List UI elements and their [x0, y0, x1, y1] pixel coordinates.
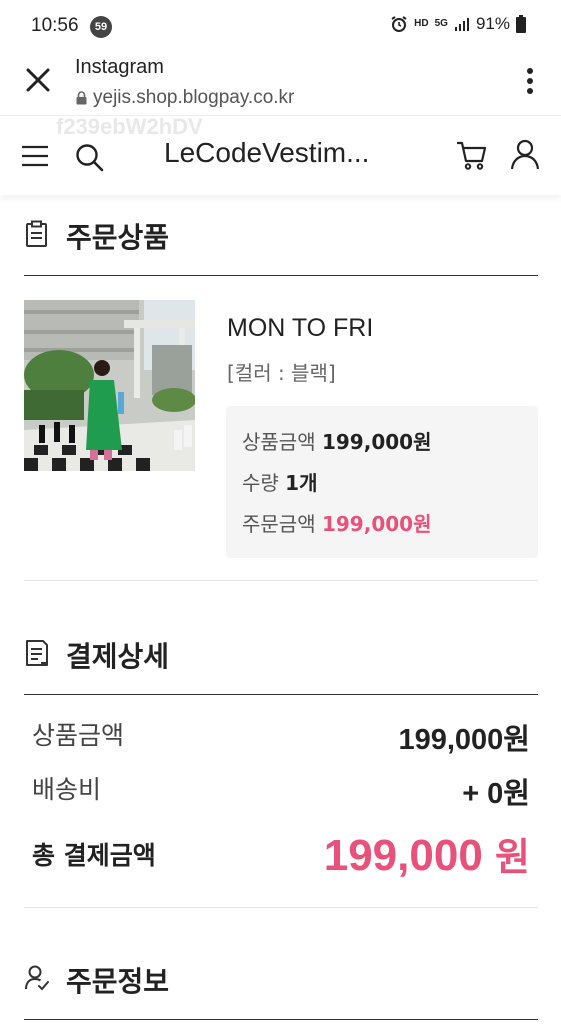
quantity-row: 수량 1개 [242, 467, 318, 496]
shop-title[interactable]: LeCodeVestim... [164, 137, 369, 169]
browser-bar: Instagram yejis.shop.blogpay.co.kr [0, 52, 561, 116]
shipping-row: 배송비 + 0원 [32, 770, 530, 810]
shipping-value: + 0원 [462, 778, 530, 810]
battery-percent: 91% [475, 14, 510, 33]
notification-count-badge: 59 [90, 16, 112, 38]
product-photo [24, 300, 195, 471]
product-name[interactable]: MON TO FRI [227, 314, 373, 343]
cart-icon[interactable] [455, 139, 487, 171]
product-price-label: 상품금액 [242, 430, 316, 454]
section-title-order-info: 주문정보 [66, 965, 170, 998]
divider [24, 580, 538, 581]
close-icon[interactable] [22, 64, 54, 96]
product-price-box: 상품금액 199,000원 수량 1개 주문금액 199,000원 [226, 406, 538, 558]
product-amount-value: 199,000원 [398, 724, 530, 756]
search-icon[interactable] [74, 142, 104, 172]
hd-voice-icon: HD [414, 18, 429, 29]
url-display: yejis.shop.blogpay.co.kr [76, 87, 294, 109]
product-image[interactable] [24, 300, 195, 471]
url-text: yejis.shop.blogpay.co.kr [93, 87, 295, 108]
clipboard-icon [26, 220, 47, 247]
order-amount-value: 199,000원 [321, 512, 432, 536]
menu-icon[interactable] [21, 144, 49, 168]
total-label: 총 결제금액 [32, 841, 156, 870]
total-amount: 199,000 [323, 831, 483, 880]
divider [24, 907, 538, 908]
network-5g-icon: 5G [434, 18, 448, 29]
receipt-icon [26, 640, 48, 666]
quantity-value: 1개 [285, 471, 318, 495]
status-icons: HD 5G 91% [390, 14, 526, 34]
shop-header: f239ebW2hDV LeCodeVestim... [0, 114, 561, 195]
shipping-label: 배송비 [32, 775, 102, 804]
browser-title: Instagram [75, 56, 164, 78]
product-amount-label: 상품금액 [32, 721, 125, 750]
order-info-header: 주문정보 [24, 960, 538, 1020]
total-value: 199,000 원 [324, 826, 530, 881]
user-check-icon [25, 965, 49, 991]
order-items-header: 주문상품 [24, 216, 538, 276]
status-time: 10:56 [31, 15, 79, 36]
more-options-icon[interactable] [523, 66, 537, 98]
quantity-label: 수량 [242, 471, 279, 495]
battery-icon [516, 15, 526, 33]
user-icon[interactable] [509, 138, 541, 170]
product-option: [컬러 : 블랙] [227, 361, 336, 385]
product-price-value: 199,000원 [321, 430, 432, 454]
order-amount-row: 주문금액 199,000원 [242, 508, 431, 537]
status-bar: 10:56 59 HD 5G 91% [0, 0, 561, 52]
section-title-order-items: 주문상품 [66, 221, 170, 254]
section-title-payment-details: 결제상세 [66, 640, 170, 673]
lock-icon [76, 91, 87, 105]
alarm-icon [391, 16, 407, 32]
payment-details-header: 결제상세 [24, 635, 538, 695]
product-price-row: 상품금액 199,000원 [242, 426, 431, 455]
total-row: 총 결제금액 199,000 원 [32, 831, 530, 886]
product-amount-row: 상품금액 199,000원 [32, 716, 530, 756]
order-amount-label: 주문금액 [242, 512, 316, 536]
total-unit: 원 [495, 837, 530, 879]
signal-icon [454, 18, 469, 31]
